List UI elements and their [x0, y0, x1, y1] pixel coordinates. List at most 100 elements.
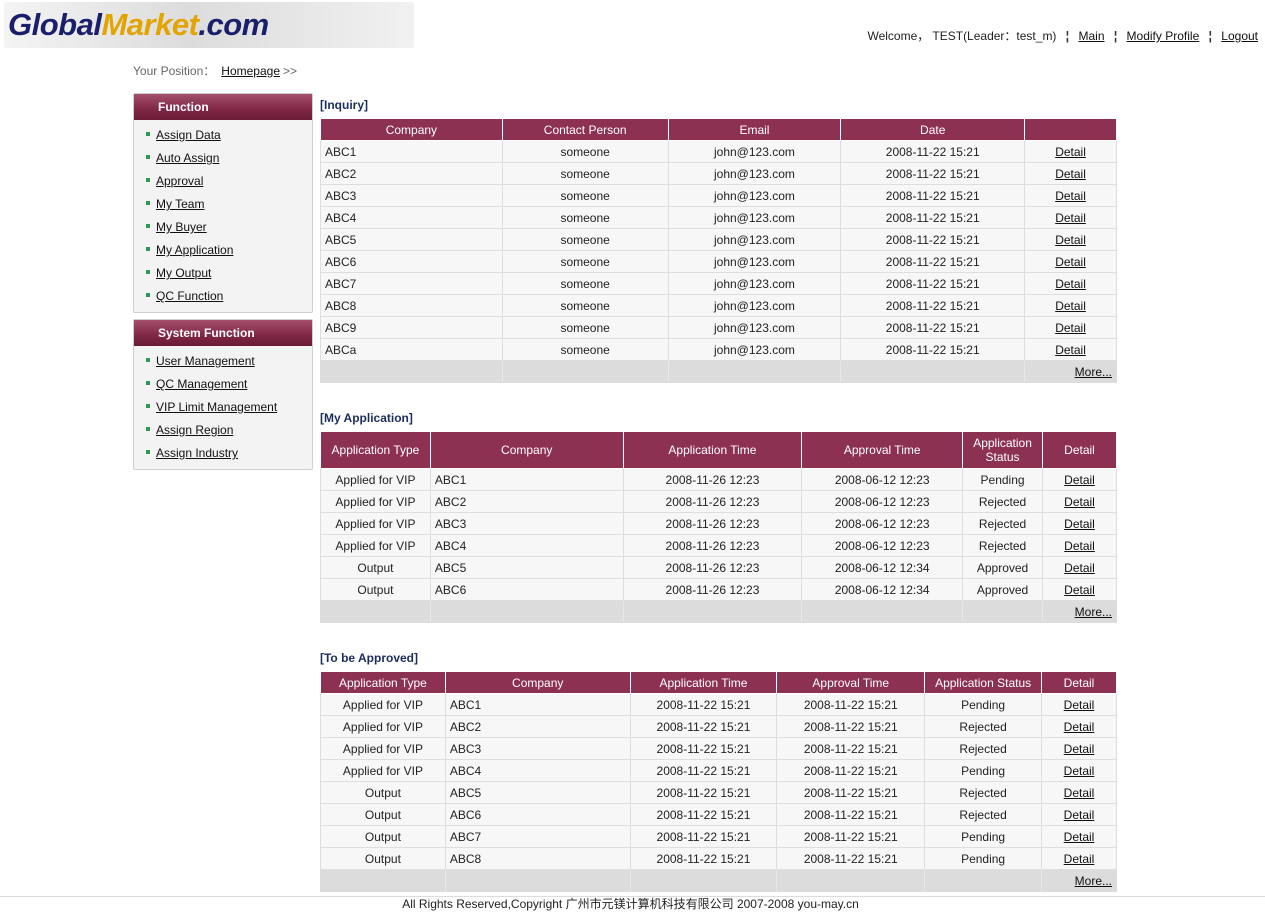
detail-link[interactable]: Detail	[1055, 189, 1086, 203]
system-menu-link[interactable]: VIP Limit Management	[156, 400, 277, 414]
function-menu-link[interactable]: QC Function	[156, 289, 223, 303]
table-row: ABC3 someone john@123.com 2008-11-22 15:21 D…	[320, 184, 1117, 207]
detail-link[interactable]: Detail	[1064, 830, 1095, 844]
footer-cell	[962, 600, 1044, 623]
more-link[interactable]: More...	[1075, 874, 1112, 888]
table-row: Output ABC5 2008-11-22 15:21 2008-11-22 15:…	[320, 781, 1117, 804]
detail-link[interactable]: Detail	[1055, 343, 1086, 357]
logout-link[interactable]: Logout	[1221, 29, 1258, 43]
table-cell: 2008-11-22 15:21	[629, 737, 778, 760]
table-cell: ABC2	[444, 715, 631, 738]
table-cell: john@123.com	[667, 250, 842, 273]
table-cell: john@123.com	[667, 272, 842, 295]
table-cell: someone	[501, 294, 669, 317]
bullet-icon	[146, 246, 150, 251]
table-cell: Detail	[1042, 578, 1117, 601]
table-row: ABC6 someone john@123.com 2008-11-22 15:21 D…	[320, 250, 1117, 273]
table-cell: ABCa	[320, 338, 503, 361]
table-cell: 2008-11-22 15:21	[776, 803, 926, 826]
table-cell: 2008-11-22 15:21	[629, 847, 778, 870]
detail-link[interactable]: Detail	[1064, 808, 1095, 822]
table-cell: Output	[320, 578, 431, 601]
breadcrumb: Your Position： Homepage >>	[133, 62, 297, 79]
table-cell: john@123.com	[667, 140, 842, 163]
table-cell: Approved	[962, 556, 1044, 579]
table-cell: 2008-11-22 15:21	[840, 316, 1026, 339]
detail-link[interactable]: Detail	[1055, 145, 1086, 159]
function-menu-link[interactable]: Auto Assign	[156, 151, 219, 165]
column-header: Application Type	[320, 431, 431, 469]
table-cell: someone	[501, 250, 669, 273]
detail-link[interactable]: Detail	[1055, 233, 1086, 247]
system-menu-link[interactable]: Assign Region	[156, 423, 233, 437]
main-link[interactable]: Main	[1078, 29, 1104, 43]
detail-link[interactable]: Detail	[1055, 167, 1086, 181]
column-header: Approval Time	[801, 431, 964, 469]
detail-link[interactable]: Detail	[1064, 742, 1095, 756]
function-menu-link[interactable]: Approval	[156, 174, 203, 188]
table-cell: ABC2	[429, 490, 624, 513]
detail-link[interactable]: Detail	[1064, 698, 1095, 712]
table-cell: someone	[501, 140, 669, 163]
table-cell: 2008-11-22 15:21	[776, 825, 926, 848]
detail-link[interactable]: Detail	[1064, 786, 1095, 800]
detail-link[interactable]: Detail	[1055, 299, 1086, 313]
detail-link[interactable]: Detail	[1055, 211, 1086, 225]
detail-link[interactable]: Detail	[1064, 539, 1095, 553]
detail-link[interactable]: Detail	[1055, 321, 1086, 335]
table-cell: Approved	[962, 578, 1044, 601]
table-cell: Rejected	[924, 715, 1043, 738]
footer-cell	[801, 600, 964, 623]
table-row: ABC7 someone john@123.com 2008-11-22 15:21 D…	[320, 272, 1117, 295]
table-cell: Rejected	[962, 534, 1044, 557]
detail-link[interactable]: Detail	[1064, 764, 1095, 778]
system-menu-link[interactable]: User Management	[156, 354, 255, 368]
detail-link[interactable]: Detail	[1064, 517, 1095, 531]
function-menu-link[interactable]: My Buyer	[156, 220, 207, 234]
detail-link[interactable]: Detail	[1064, 720, 1095, 734]
detail-link[interactable]: Detail	[1064, 561, 1095, 575]
function-menu-link[interactable]: My Team	[156, 197, 204, 211]
system-menu-link[interactable]: Assign Industry	[156, 446, 238, 460]
system-menu-link[interactable]: QC Management	[156, 377, 247, 391]
detail-link[interactable]: Detail	[1055, 277, 1086, 291]
table-cell: 2008-06-12 12:23	[801, 468, 964, 491]
table-cell: Detail	[1042, 512, 1117, 535]
detail-link[interactable]: Detail	[1055, 255, 1086, 269]
table-cell: Applied for VIP	[320, 715, 446, 738]
table-cell: Detail	[1024, 162, 1117, 185]
table-cell: someone	[501, 206, 669, 229]
breadcrumb-arrow: >>	[283, 64, 298, 78]
table-cell: Applied for VIP	[320, 468, 431, 491]
table-row: Applied for VIP ABC3 2008-11-22 15:21 2008-…	[320, 737, 1117, 760]
table-cell: Rejected	[924, 803, 1043, 826]
table-cell: Detail	[1042, 490, 1117, 513]
table-cell: Detail	[1024, 250, 1117, 273]
footer-cell	[622, 600, 803, 623]
table-cell: ABC1	[444, 693, 631, 716]
breadcrumb-label: Your Position：	[133, 64, 216, 78]
footer-cell	[444, 869, 631, 892]
system-function-panel: System Function User Management QC Manage…	[133, 319, 313, 470]
function-menu-link[interactable]: My Output	[156, 266, 211, 280]
nav-separator: ¦	[1065, 29, 1070, 43]
table-cell: Applied for VIP	[320, 759, 446, 782]
detail-link[interactable]: Detail	[1064, 583, 1095, 597]
function-menu-link[interactable]: Assign Data	[156, 128, 221, 142]
bullet-icon	[146, 426, 150, 431]
function-menu-link[interactable]: My Application	[156, 243, 233, 257]
detail-link[interactable]: Detail	[1064, 495, 1095, 509]
column-header: Company	[444, 671, 631, 694]
detail-link[interactable]: Detail	[1064, 852, 1095, 866]
detail-link[interactable]: Detail	[1064, 473, 1095, 487]
column-header: Company	[429, 431, 624, 469]
table-row: ABC4 someone john@123.com 2008-11-22 15:21 D…	[320, 206, 1117, 229]
table-cell: Applied for VIP	[320, 534, 431, 557]
modify-profile-link[interactable]: Modify Profile	[1127, 29, 1200, 43]
more-link[interactable]: More...	[1075, 365, 1112, 379]
table-cell: 2008-11-22 15:21	[776, 715, 926, 738]
breadcrumb-home-link[interactable]: Homepage	[221, 64, 280, 78]
more-link[interactable]: More...	[1075, 605, 1112, 619]
site-logo[interactable]: GlobalMarket.com	[4, 2, 414, 48]
function-menu-item: Approval	[146, 170, 312, 193]
